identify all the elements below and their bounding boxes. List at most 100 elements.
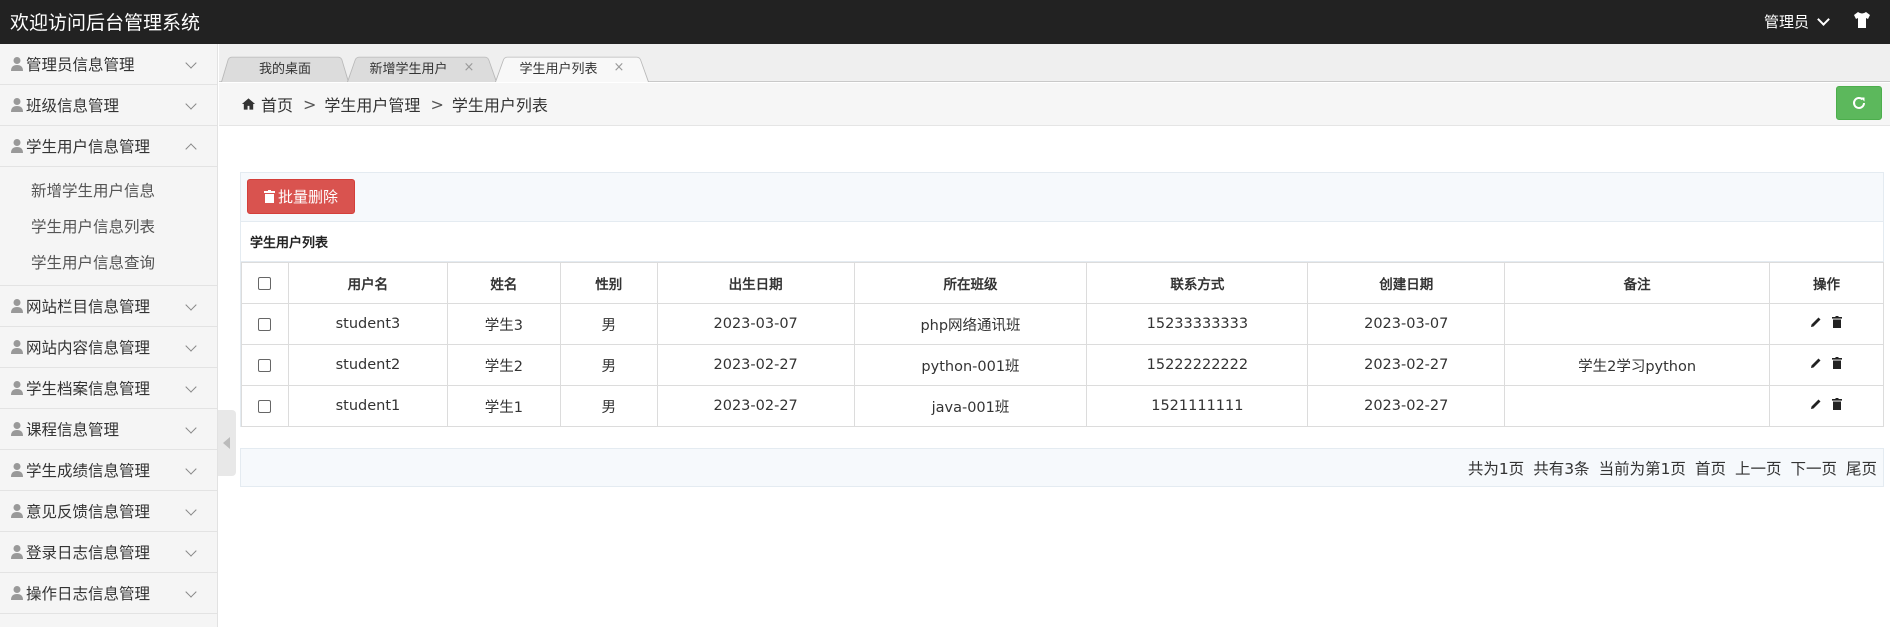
sidebar-item-archives[interactable]: 学生档案信息管理 xyxy=(0,368,217,409)
sidebar-item-label: 学生档案信息管理 xyxy=(26,380,151,398)
refresh-icon xyxy=(1853,96,1865,109)
chevron-down-icon xyxy=(185,340,197,352)
pencil-icon[interactable] xyxy=(1810,398,1822,410)
shirt-icon[interactable] xyxy=(1852,10,1872,30)
close-icon[interactable]: × xyxy=(464,60,475,75)
person-icon xyxy=(11,504,23,518)
tab-label: 新增学生用户 xyxy=(369,62,448,77)
sidebar-item-label: 网站栏目信息管理 xyxy=(26,298,151,316)
sidebar-collapse-handle[interactable] xyxy=(218,410,236,476)
submenu-student-users: 新增学生用户信息 学生用户信息列表 学生用户信息查询 xyxy=(0,167,217,286)
tab-student-list[interactable]: 学生用户列表 × xyxy=(495,53,649,82)
column-header: 性别 xyxy=(559,262,658,304)
sidebar-item-label: 管理员信息管理 xyxy=(26,56,135,74)
sidebar-item-feedback[interactable]: 意见反馈信息管理 xyxy=(0,491,217,532)
sidebar-item-courses[interactable]: 课程信息管理 xyxy=(0,409,217,450)
table-row: student3 学生3 男 2023-03-07 php网络通讯班 15233… xyxy=(241,303,1885,345)
person-icon xyxy=(11,299,23,313)
sidebar-item-label: 课程信息管理 xyxy=(26,421,120,439)
person-icon xyxy=(11,586,23,600)
sidebar-item-operation-logs[interactable]: 操作日志信息管理 xyxy=(0,573,217,614)
home-icon xyxy=(241,98,256,110)
submenu-item-student-list[interactable]: 学生用户信息列表 xyxy=(0,209,217,245)
column-header: 创建日期 xyxy=(1307,262,1506,304)
table-header-row: 用户名 姓名 性别 出生日期 所在班级 联系方式 创建日期 备注 操作 xyxy=(241,262,1885,304)
column-header: 所在班级 xyxy=(853,262,1088,304)
close-icon[interactable]: × xyxy=(614,60,625,75)
breadcrumb-item[interactable]: 学生用户管理 xyxy=(324,92,420,116)
sidebar-item-grades[interactable]: 学生成绩信息管理 xyxy=(0,450,217,491)
person-icon xyxy=(11,57,23,71)
breadcrumb: 首页 > 学生用户管理 > 学生用户列表 xyxy=(219,83,1890,126)
sidebar-item-columns[interactable]: 网站栏目信息管理 xyxy=(0,286,217,327)
breadcrumb-home[interactable]: 首页 xyxy=(261,92,293,116)
tab-add-student[interactable]: 新增学生用户 × xyxy=(347,53,497,82)
cell-gender: 男 xyxy=(559,303,658,345)
student-table: 用户名 姓名 性别 出生日期 所在班级 联系方式 创建日期 备注 操作 stud… xyxy=(241,262,1885,427)
pagination-prev[interactable]: 上一页 xyxy=(1735,457,1782,479)
user-name: 管理员 xyxy=(1763,13,1809,31)
trash-icon[interactable] xyxy=(1832,357,1843,369)
chevron-down-icon xyxy=(185,299,197,311)
table-title: 学生用户列表 xyxy=(241,221,1883,262)
pencil-icon[interactable] xyxy=(1810,357,1822,369)
row-checkbox[interactable] xyxy=(258,399,272,413)
pagination-next[interactable]: 下一页 xyxy=(1790,457,1837,479)
tab-label: 学生用户列表 xyxy=(519,62,598,77)
batch-delete-button[interactable]: 批量删除 xyxy=(247,179,355,214)
cell-note xyxy=(1504,385,1770,427)
sidebar-item-content[interactable]: 网站内容信息管理 xyxy=(0,327,217,368)
row-checkbox[interactable] xyxy=(258,358,272,372)
pagination-last[interactable]: 尾页 xyxy=(1846,457,1877,479)
tab-desktop[interactable]: 我的桌面 xyxy=(221,53,349,82)
user-menu[interactable]: 管理员 xyxy=(1763,11,1830,32)
breadcrumb-separator: > xyxy=(430,94,444,114)
chevron-down-icon xyxy=(185,504,197,516)
tab-bar: 我的桌面 新增学生用户 × 学生用户列表 × xyxy=(219,44,1890,82)
row-checkbox[interactable] xyxy=(258,317,272,331)
person-icon xyxy=(11,98,23,112)
cell-class: php网络通讯班 xyxy=(853,303,1088,345)
table-row: student1 学生1 男 2023-02-27 java-001班 1521… xyxy=(241,385,1885,427)
pencil-icon[interactable] xyxy=(1810,316,1822,328)
chevron-down-icon xyxy=(185,463,197,475)
submenu-item-add-student[interactable]: 新增学生用户信息 xyxy=(0,173,217,209)
breadcrumb-item: 学生用户列表 xyxy=(451,96,548,115)
chevron-down-icon xyxy=(185,57,197,69)
cell-actions xyxy=(1768,344,1885,386)
person-icon xyxy=(11,422,23,436)
pagination-first[interactable]: 首页 xyxy=(1695,457,1726,479)
sidebar-item-login-logs[interactable]: 登录日志信息管理 xyxy=(0,532,217,573)
cell-phone: 15233333333 xyxy=(1086,303,1309,345)
cell-created: 2023-03-07 xyxy=(1307,303,1506,345)
app-title: 欢迎访问后台管理系统 xyxy=(10,12,201,34)
sidebar-item-label: 操作日志信息管理 xyxy=(26,585,151,603)
sidebar-item-class[interactable]: 班级信息管理 xyxy=(0,85,217,126)
trash-icon[interactable] xyxy=(1832,398,1843,410)
cell-phone: 15222222222 xyxy=(1086,344,1309,386)
column-header: 联系方式 xyxy=(1086,262,1309,304)
cell-created: 2023-02-27 xyxy=(1307,385,1506,427)
cell-username: student2 xyxy=(287,344,448,386)
cell-username: student3 xyxy=(287,303,448,345)
pagination-total-items: 共有3条 xyxy=(1533,459,1590,478)
sidebar-item-student-users[interactable]: 学生用户信息管理 xyxy=(0,126,217,167)
cell-actions xyxy=(1768,385,1885,427)
chevron-down-icon xyxy=(1817,12,1830,26)
cell-name: 学生1 xyxy=(446,385,561,427)
cell-note: 学生2学习python xyxy=(1504,344,1770,386)
cell-name: 学生3 xyxy=(446,303,561,345)
trash-icon[interactable] xyxy=(1832,316,1843,328)
chevron-down-icon xyxy=(185,586,197,598)
sidebar-item-admin[interactable]: 管理员信息管理 xyxy=(0,44,217,85)
pagination-current: 当前为第1页 xyxy=(1598,459,1686,478)
refresh-button[interactable] xyxy=(1836,86,1882,120)
list-panel: 批量删除 学生用户列表 用户名 姓名 性别 出生日期 所在班级 联系方式 创建日… xyxy=(240,172,1885,427)
chevron-up-icon xyxy=(185,143,197,155)
person-icon xyxy=(11,463,23,477)
cell-class: python-001班 xyxy=(853,344,1088,386)
submenu-item-student-query[interactable]: 学生用户信息查询 xyxy=(0,245,217,281)
select-all-checkbox[interactable] xyxy=(258,276,272,290)
column-header: 姓名 xyxy=(446,262,561,304)
trash-icon xyxy=(263,190,275,203)
